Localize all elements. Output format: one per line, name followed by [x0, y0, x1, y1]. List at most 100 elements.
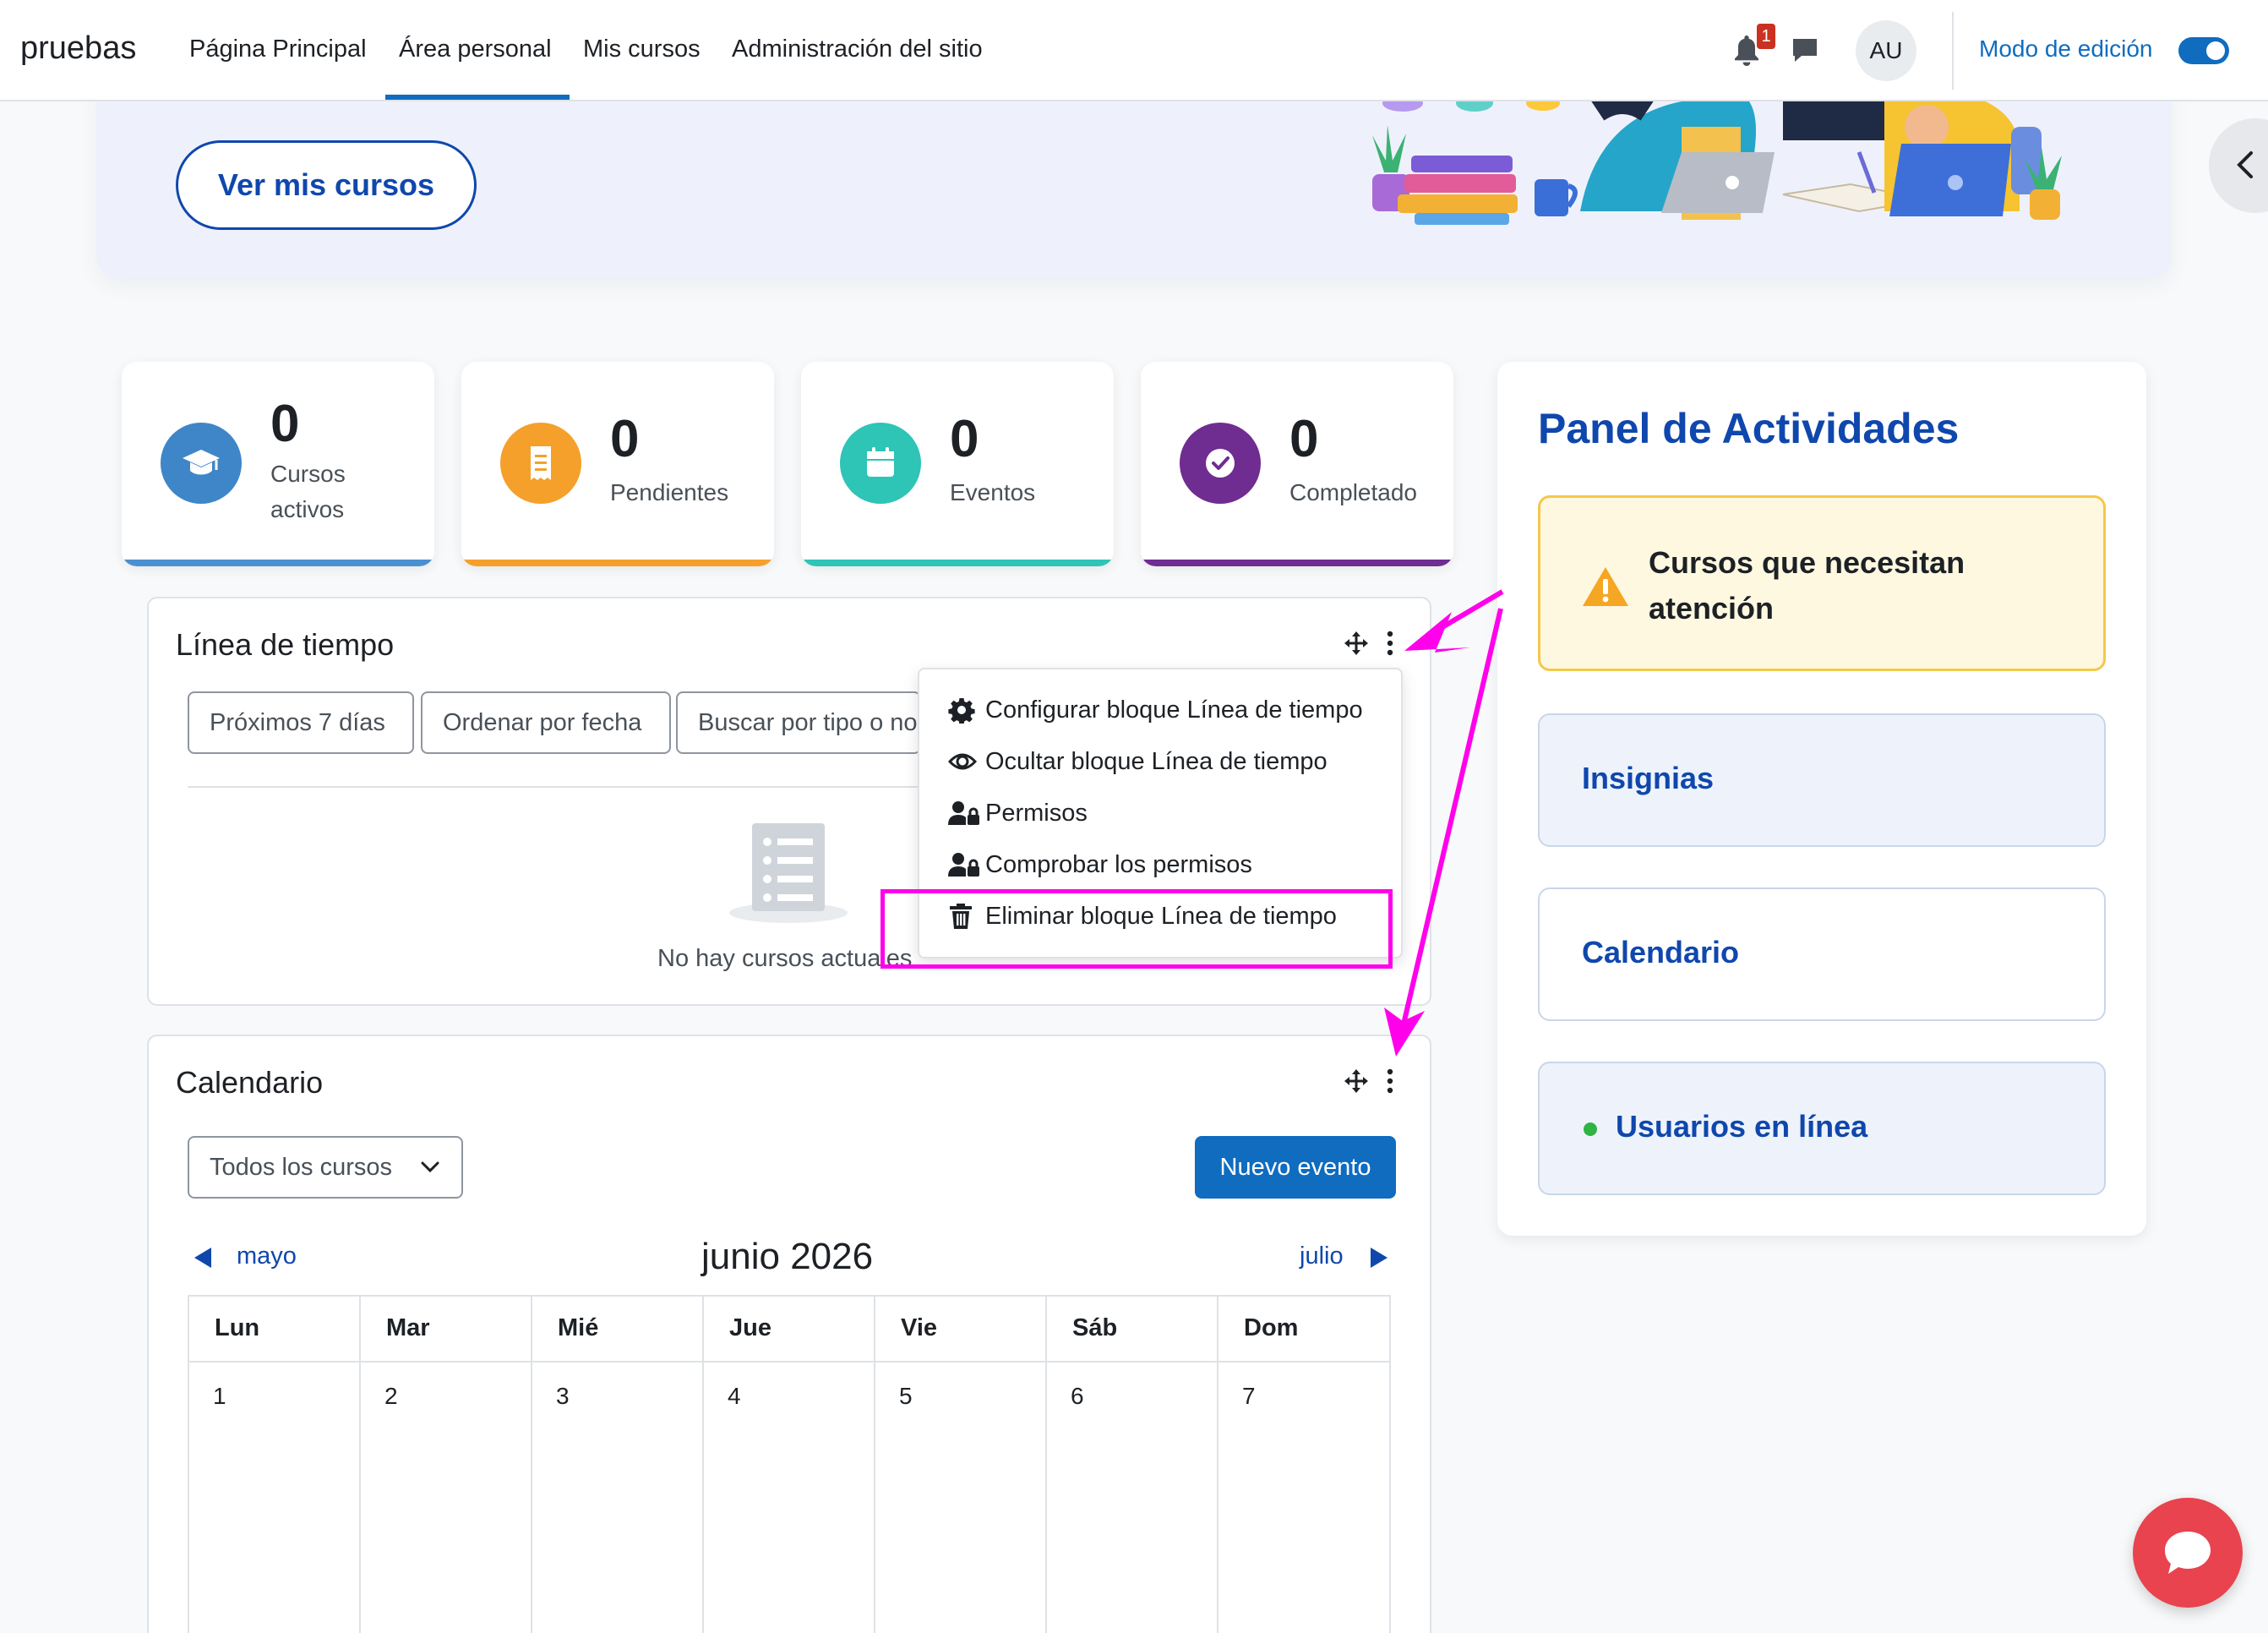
- timeline-days-filter[interactable]: Próximos 7 días: [188, 691, 414, 754]
- nav-item-dashboard[interactable]: Área personal: [399, 36, 552, 63]
- top-navbar: pruebas Página Principal Área personal M…: [0, 0, 2268, 101]
- edit-mode-label: Modo de edición: [1979, 36, 2153, 62]
- nav-item-home[interactable]: Página Principal: [189, 36, 367, 63]
- stat-card-completed: 0 Completado: [1141, 362, 1453, 566]
- online-status-dot: [1584, 1122, 1597, 1136]
- stat-value: 0: [1289, 410, 1319, 468]
- kebab-menu-icon[interactable]: [1386, 631, 1394, 656]
- menu-item-configure[interactable]: Configurar bloque Línea de tiempo: [948, 690, 1396, 732]
- calendar-label: Calendario: [1582, 935, 1740, 969]
- courses-attention-card[interactable]: Cursos que necesitan atención: [1538, 495, 2106, 671]
- user-lock-icon: [948, 801, 979, 825]
- calendar-grid: Lun Mar Mié Jue Vie Sáb Dom 1 2 3 4 5 6 …: [188, 1295, 1391, 1633]
- user-avatar[interactable]: AU: [1856, 20, 1916, 81]
- chevron-left-icon: [2237, 151, 2253, 178]
- receipt-icon: [531, 446, 551, 480]
- course-filter-value: Todos los cursos: [210, 1154, 392, 1181]
- user-lock-icon: [948, 853, 979, 877]
- site-brand[interactable]: pruebas: [20, 30, 136, 67]
- menu-item-check-permissions[interactable]: Comprobar los permisos: [948, 844, 1396, 887]
- calendar-day[interactable]: 1: [188, 1361, 359, 1633]
- new-event-button[interactable]: Nuevo evento: [1195, 1136, 1396, 1199]
- current-month-title: junio 2026: [701, 1236, 874, 1277]
- weekday-header: Jue: [729, 1314, 771, 1341]
- stat-label: Pendientes: [610, 479, 729, 505]
- move-icon[interactable]: [1344, 631, 1369, 656]
- calendar-card[interactable]: Calendario: [1538, 888, 2106, 1021]
- menu-item-label: Ocultar bloque Línea de tiempo: [985, 748, 1328, 775]
- badges-label: Insignias: [1582, 761, 1715, 795]
- menu-item-hide[interactable]: Ocultar bloque Línea de tiempo: [948, 741, 1396, 784]
- calendar-day[interactable]: 6: [1045, 1361, 1217, 1633]
- menu-item-label: Configurar bloque Línea de tiempo: [985, 696, 1363, 724]
- stat-icon-circle: [1180, 423, 1261, 504]
- drawer-toggle[interactable]: [2209, 118, 2268, 213]
- stat-label: Eventos: [950, 479, 1036, 505]
- stat-accent-bar: [1141, 560, 1453, 566]
- kebab-menu-icon[interactable]: [1386, 1068, 1394, 1094]
- notification-badge: 1: [1757, 24, 1775, 49]
- nav-item-my-courses[interactable]: Mis cursos: [583, 36, 701, 63]
- prev-month-label: mayo: [237, 1242, 297, 1270]
- caret-left-icon: [194, 1248, 211, 1268]
- activities-panel: Panel de Actividades Cursos que necesita…: [1497, 362, 2146, 1236]
- stat-label: Cursos activos: [270, 461, 346, 522]
- menu-item-permissions[interactable]: Permisos: [948, 793, 1396, 835]
- nav-active-indicator: [385, 95, 570, 100]
- annotation-highlight-box: [880, 889, 1393, 969]
- graduation-cap-icon: [183, 450, 220, 475]
- stat-accent-bar: [461, 560, 774, 566]
- timeline-sort-button[interactable]: Ordenar por fecha: [421, 691, 671, 754]
- calendar-day[interactable]: 5: [874, 1361, 1045, 1633]
- weekday-header: Vie: [901, 1314, 938, 1341]
- stat-card-pending: 0 Pendientes: [461, 362, 774, 566]
- course-filter-select[interactable]: Todos los cursos: [188, 1136, 463, 1199]
- move-icon[interactable]: [1344, 1068, 1369, 1094]
- chat-bubble-icon: [2165, 1532, 2211, 1574]
- nav-item-site-admin[interactable]: Administración del sitio: [732, 36, 983, 63]
- caret-right-icon: [1371, 1248, 1388, 1268]
- menu-item-label: Comprobar los permisos: [985, 851, 1252, 878]
- floating-chat-button[interactable]: [2133, 1498, 2243, 1608]
- attention-label: Cursos que necesitan atención: [1649, 545, 1965, 625]
- badges-card[interactable]: Insignias: [1538, 713, 2106, 847]
- stat-card-active-courses: 0 Cursos activos: [122, 362, 434, 566]
- stat-card-events: 0 Eventos: [801, 362, 1114, 566]
- calendar-day[interactable]: 7: [1217, 1361, 1388, 1633]
- calendar-day[interactable]: 3: [531, 1361, 702, 1633]
- weekday-header: Mar: [386, 1314, 430, 1341]
- stat-label: Completado: [1289, 479, 1417, 505]
- stat-accent-bar: [801, 560, 1114, 566]
- stat-value: 0: [270, 395, 300, 453]
- timeline-empty-text: No hay cursos actuales: [657, 945, 913, 972]
- weekday-header: Sáb: [1072, 1314, 1118, 1341]
- panel-title: Panel de Actividades: [1538, 405, 1960, 452]
- weekday-header: Lun: [215, 1314, 260, 1341]
- online-users-label: Usuarios en línea: [1616, 1109, 1868, 1144]
- calendar-icon: [867, 447, 894, 477]
- stat-value: 0: [950, 410, 979, 468]
- menu-item-label: Permisos: [985, 800, 1088, 827]
- edit-mode-toggle[interactable]: [2178, 37, 2229, 64]
- hero-illustration: [1372, 101, 2062, 225]
- toggle-knob: [2206, 41, 2225, 60]
- grid-line: [1389, 1295, 1391, 1633]
- stat-icon-circle: [161, 423, 242, 504]
- warning-icon: [1583, 567, 1628, 606]
- messages-icon[interactable]: [1790, 36, 1820, 66]
- next-month-link[interactable]: julio: [1300, 1242, 1401, 1273]
- calendar-day[interactable]: 4: [702, 1361, 874, 1633]
- calendar-block-title: Calendario: [176, 1065, 324, 1100]
- next-month-label: julio: [1300, 1242, 1344, 1270]
- online-users-card[interactable]: Usuarios en línea: [1538, 1062, 2106, 1195]
- weekday-header: Mié: [558, 1314, 599, 1341]
- stat-icon-circle: [500, 423, 581, 504]
- stat-accent-bar: [122, 560, 434, 566]
- navbar-divider: [1952, 12, 1954, 90]
- eye-icon: [948, 753, 977, 770]
- calendar-day[interactable]: 2: [359, 1361, 531, 1633]
- timeline-search-input[interactable]: Buscar por tipo o nombre de actividad: [676, 691, 921, 754]
- gear-icon: [948, 698, 975, 724]
- stat-icon-circle: [840, 423, 921, 504]
- view-my-courses-button[interactable]: Ver mis cursos: [176, 140, 477, 230]
